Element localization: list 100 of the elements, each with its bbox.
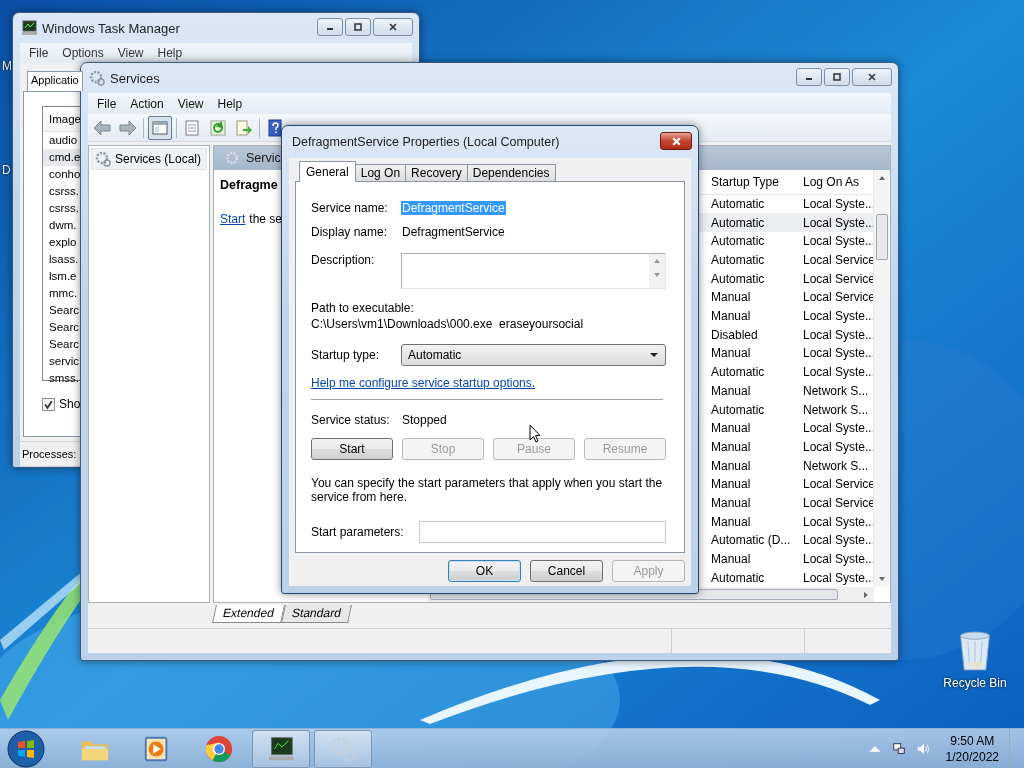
- table-cell-text: Disabled: [710, 327, 759, 342]
- minimize-button[interactable]: [317, 18, 343, 36]
- help-link[interactable]: Help me configure service startup options.: [311, 376, 536, 390]
- table-cell-text: Local Service: [802, 290, 873, 305]
- close-icon: [867, 72, 877, 82]
- field-label: Display name:: [311, 225, 389, 239]
- taskbar-button[interactable]: [252, 729, 310, 768]
- table-cell-text: Network S...: [802, 458, 870, 473]
- maximize-button[interactable]: [824, 68, 850, 86]
- recycle-bin-label[interactable]: Recycle Bin: [943, 676, 1007, 690]
- table-cell-text: Local Syste...: [802, 234, 873, 249]
- start-parameters-field[interactable]: [419, 521, 666, 543]
- maximize-button[interactable]: [345, 18, 371, 36]
- close-button[interactable]: [660, 132, 692, 150]
- table-cell-text: Manual: [710, 309, 752, 324]
- checkbox-label[interactable]: Sho: [59, 397, 81, 411]
- tab[interactable]: General: [299, 161, 356, 182]
- table-cell-text: Local Syste...: [802, 196, 873, 211]
- field-label: Service status:: [311, 413, 391, 427]
- dialog-button[interactable]: OK: [448, 560, 521, 582]
- table-cell-text: Local Syste...: [802, 309, 873, 324]
- caret-icon: [649, 352, 659, 358]
- table-cell-text: Automatic: [710, 271, 766, 286]
- table-cell-text: Manual: [710, 439, 752, 454]
- table-cell-text: Local Syste...: [802, 533, 873, 548]
- gear-icon: [95, 151, 111, 167]
- tab[interactable]: Dependencies: [466, 164, 556, 181]
- start-button[interactable]: [6, 728, 46, 768]
- menu-item[interactable]: File: [91, 96, 123, 111]
- table-cell-text: Network S...: [802, 402, 870, 417]
- checkbox[interactable]: [42, 397, 55, 411]
- column-header[interactable]: Startup Type: [705, 174, 797, 189]
- menu-item[interactable]: Help: [151, 46, 189, 60]
- up-arrow-icon[interactable]: [653, 257, 661, 265]
- close-icon: [670, 135, 682, 147]
- tree-item-label[interactable]: Services (Local): [115, 152, 202, 166]
- table-cell-text: Local Service: [802, 477, 873, 492]
- path-value: C:\Users\vm1\Downloads\000.exe eraseyoursocial: [311, 317, 585, 331]
- maximize-icon: [832, 72, 842, 82]
- volume-icon[interactable]: [915, 741, 930, 756]
- table-cell-text: Local Syste...: [802, 552, 873, 566]
- up-arrow-icon[interactable]: [878, 174, 886, 182]
- menu-item[interactable]: View: [171, 96, 210, 111]
- clock-time[interactable]: 9:50 AM: [950, 732, 995, 749]
- monitor-icon: [21, 20, 37, 36]
- status-text: Processes:: [22, 448, 77, 460]
- field-label: Startup type:: [311, 348, 381, 362]
- vertical-scrollbar[interactable]: [873, 170, 890, 587]
- menu-item[interactable]: Action: [124, 96, 170, 111]
- field-label: Path to executable:: [311, 301, 415, 315]
- startup-type-dropdown[interactable]: Automatic: [401, 344, 666, 366]
- window-title: Windows Task Manager: [42, 20, 180, 36]
- gear-icon: [224, 150, 240, 166]
- dialog-title: DefragmentService Properties (Local Computer): [292, 135, 560, 149]
- desktop-icon-label: D: [2, 163, 11, 177]
- view-tab[interactable]: Extended: [212, 605, 285, 623]
- table-cell-text: Manual: [710, 421, 752, 436]
- minimize-button[interactable]: [796, 68, 822, 86]
- tab[interactable]: Recovery: [405, 164, 468, 181]
- description-field[interactable]: [401, 253, 666, 289]
- service-control-button[interactable]: Start: [311, 438, 393, 460]
- start-link[interactable]: Start: [220, 212, 246, 226]
- network-icon[interactable]: [891, 741, 906, 756]
- table-cell-text: Local Service: [802, 495, 873, 510]
- scroll-thumb[interactable]: [876, 214, 888, 260]
- close-icon: [388, 22, 398, 32]
- table-cell-text: Manual: [710, 458, 752, 473]
- instruction-text: You can specify the start parameters that apply when you start the service from here.: [311, 476, 664, 504]
- table-cell-text: Automatic: [710, 402, 766, 417]
- dialog-button[interactable]: Cancel: [530, 560, 603, 582]
- table-cell-text: Manual: [710, 495, 752, 510]
- menu-item[interactable]: Help: [211, 96, 249, 111]
- table-cell-text: Automatic: [710, 253, 766, 267]
- window-title: Services: [110, 70, 160, 86]
- tab[interactable]: Applicatio: [27, 71, 83, 91]
- clock-date[interactable]: 1/20/2022: [945, 748, 999, 765]
- menu-item[interactable]: View: [111, 46, 150, 60]
- table-cell-text: Automatic: [710, 365, 766, 380]
- table-cell-text: Local Syste...: [802, 215, 873, 230]
- menu-item[interactable]: Options: [56, 46, 110, 60]
- down-arrow-icon[interactable]: [878, 575, 886, 583]
- tree-item[interactable]: Services (Local): [91, 148, 207, 170]
- table-cell-text: Network S...: [802, 383, 870, 398]
- table-cell-text: Automatic: [710, 234, 766, 249]
- view-tab[interactable]: Standard: [280, 605, 352, 623]
- field-label: Description:: [311, 253, 376, 267]
- table-cell-text: Manual: [710, 552, 752, 566]
- gear-icon: [89, 70, 105, 86]
- display-name-value[interactable]: DefragmentService: [401, 225, 506, 239]
- down-arrow-icon[interactable]: [653, 271, 661, 279]
- right-arrow-icon[interactable]: [862, 590, 870, 599]
- maximize-icon: [353, 22, 363, 32]
- console-tree-icon[interactable]: [148, 115, 172, 140]
- column-header[interactable]: Log On As: [797, 174, 873, 189]
- table-cell-text: Manual: [710, 383, 752, 398]
- table-cell-text: Local Service: [802, 253, 873, 267]
- field-label: Start parameters:: [311, 525, 405, 539]
- tab[interactable]: Log On: [354, 164, 407, 181]
- table-cell-text: Automatic: [710, 570, 766, 585]
- menu-item[interactable]: File: [23, 46, 55, 60]
